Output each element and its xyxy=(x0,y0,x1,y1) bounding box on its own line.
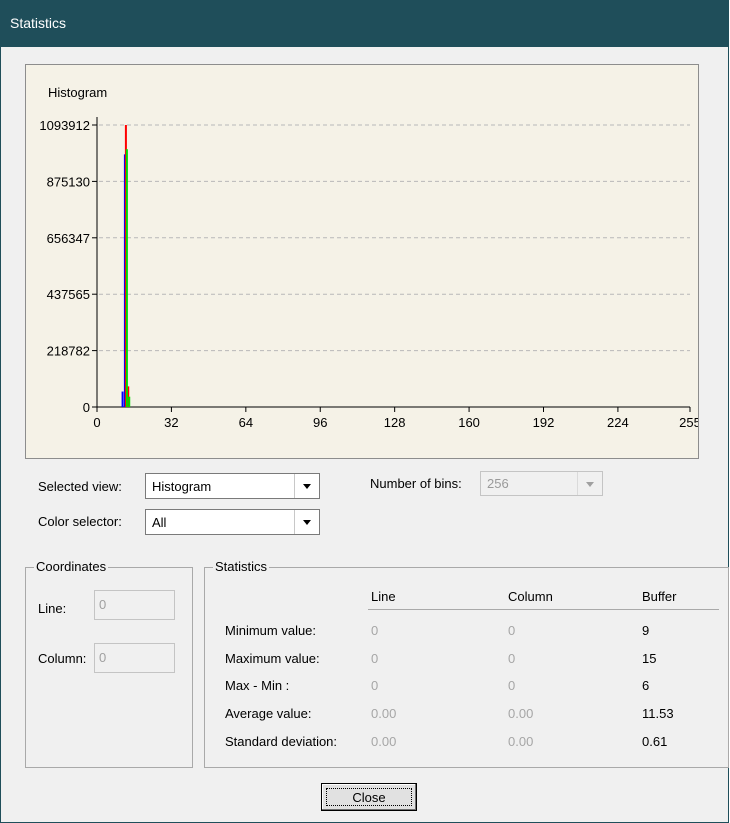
x-tick-label: 255 xyxy=(679,415,698,430)
average-column: 0.00 xyxy=(508,706,534,721)
maxmin-line: 0 xyxy=(371,678,379,693)
stddev-buffer: 0.61 xyxy=(642,734,668,749)
histogram-bar xyxy=(125,149,128,408)
x-tick-label: 192 xyxy=(533,415,555,430)
x-tick-label: 224 xyxy=(607,415,629,430)
stddev-column: 0.00 xyxy=(508,734,534,749)
bins-dropdown[interactable]: 256 xyxy=(480,471,603,496)
column-field[interactable]: 0 xyxy=(94,643,175,673)
statistics-window: Statistics Histogram 1093912 875130 656347 4… xyxy=(0,0,729,823)
chart-title: Histogram xyxy=(48,85,107,100)
selected-view-dropdown[interactable]: Histogram xyxy=(145,473,320,499)
header-column: Column xyxy=(508,589,553,604)
stddev-line: 0.00 xyxy=(371,734,397,749)
average-line: 0.00 xyxy=(371,706,397,721)
column-value: 0 xyxy=(99,650,107,665)
maxmin-buffer: 6 xyxy=(642,678,650,693)
x-tick-label: 160 xyxy=(458,415,480,430)
line-label: Line: xyxy=(38,601,67,616)
minimum-buffer: 9 xyxy=(642,623,650,638)
chevron-down-icon[interactable] xyxy=(294,474,319,498)
x-tick-label: 64 xyxy=(239,415,253,430)
y-tick-label: 1093912 xyxy=(39,118,90,133)
x-tick-label: 32 xyxy=(164,415,178,430)
x-tick-label: 128 xyxy=(384,415,406,430)
histogram-plot: Histogram 1093912 875130 656347 437565 218782… xyxy=(39,85,698,430)
maximum-column: 0 xyxy=(508,651,516,666)
y-tick-label: 437565 xyxy=(47,287,90,302)
close-button-label: Close xyxy=(326,788,412,806)
y-tick-label: 0 xyxy=(83,400,90,415)
selected-view-value: Histogram xyxy=(152,479,212,494)
selected-view-label: Selected view: xyxy=(38,479,122,494)
header-divider xyxy=(368,609,719,610)
chevron-down-icon[interactable] xyxy=(577,472,602,495)
minimum-line: 0 xyxy=(371,623,379,638)
row-label-stddev: Standard deviation: xyxy=(225,734,338,749)
color-selector-dropdown[interactable]: All xyxy=(145,509,320,535)
column-label: Column: xyxy=(38,651,87,666)
y-tick-label: 656347 xyxy=(47,231,90,246)
maximum-line: 0 xyxy=(371,651,379,666)
histogram-chart: Histogram 1093912 875130 656347 437565 218782… xyxy=(25,64,699,459)
title-bar[interactable]: Statistics xyxy=(1,1,728,47)
row-label-average: Average value: xyxy=(225,706,312,721)
coordinates-title: Coordinates xyxy=(34,559,109,574)
row-label-minimum: Minimum value: xyxy=(225,623,317,638)
minimum-column: 0 xyxy=(508,623,516,638)
chevron-down-icon[interactable] xyxy=(294,510,319,534)
row-label-maxmin: Max - Min : xyxy=(225,678,290,693)
histogram-bar xyxy=(128,396,131,407)
maximum-buffer: 15 xyxy=(642,651,657,666)
average-buffer: 11.53 xyxy=(642,706,674,721)
histogram-bar xyxy=(121,391,124,407)
y-tick-label: 218782 xyxy=(47,344,90,359)
header-buffer: Buffer xyxy=(642,589,677,604)
color-selector-value: All xyxy=(152,515,167,530)
bins-label: Number of bins: xyxy=(370,476,462,491)
y-tick-label: 875130 xyxy=(47,174,90,189)
x-tick-label: 0 xyxy=(93,415,100,430)
statistics-title: Statistics xyxy=(213,559,270,574)
header-line: Line xyxy=(371,589,396,604)
x-tick-label: 96 xyxy=(313,415,327,430)
bins-value: 256 xyxy=(487,476,509,491)
color-selector-label: Color selector: xyxy=(38,514,122,529)
close-button[interactable]: Close xyxy=(321,783,417,811)
window-title: Statistics xyxy=(10,15,67,31)
line-field[interactable]: 0 xyxy=(94,590,175,620)
line-value: 0 xyxy=(99,597,107,612)
maxmin-column: 0 xyxy=(508,678,516,693)
row-label-maximum: Maximum value: xyxy=(225,651,320,666)
